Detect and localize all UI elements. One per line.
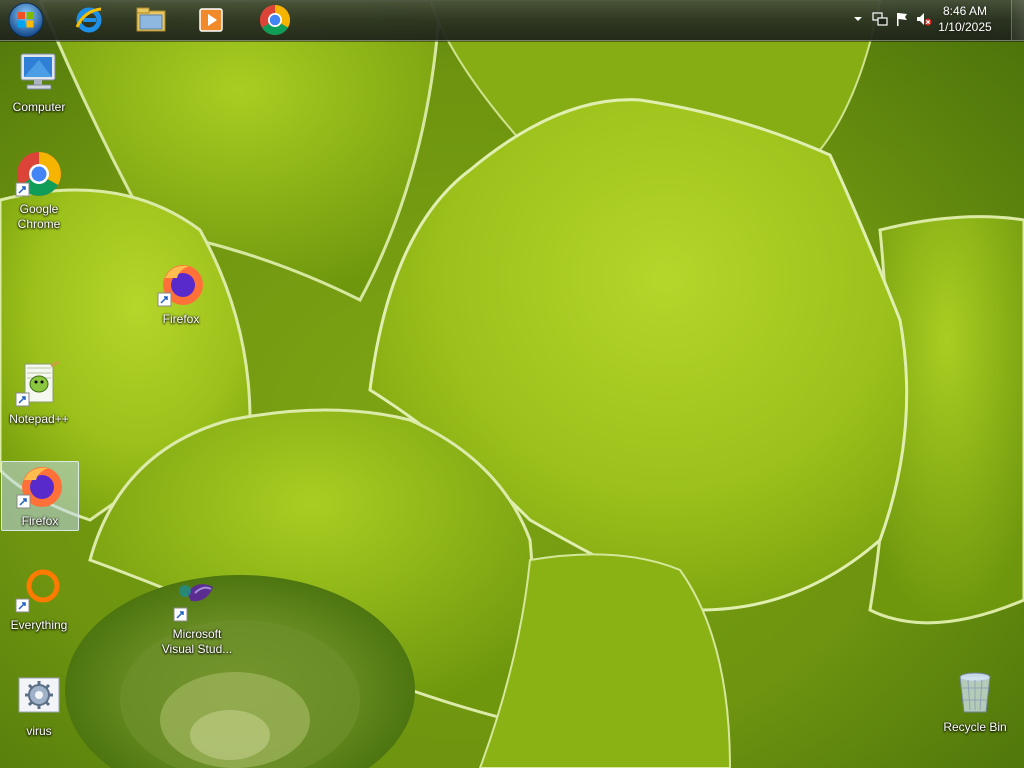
desktop-icon-recycle-bin[interactable]: Recycle Bin <box>937 668 1013 735</box>
desktop-icon-computer[interactable]: Computer <box>1 48 77 115</box>
network-icon[interactable] <box>872 11 888 27</box>
computer-icon <box>20 53 56 90</box>
firefox-icon <box>157 265 203 307</box>
desktop-icon-label: Microsoft Visual Stud... <box>161 627 233 656</box>
notepad-plus-plus-icon <box>15 360 60 407</box>
visual-studio-icon <box>173 584 213 622</box>
desktop-icon-label: Notepad++ <box>9 412 69 426</box>
desktop-icon-visual-studio[interactable]: Microsoft Visual Stud... <box>157 575 237 657</box>
desktop-icon-google-chrome[interactable]: Google Chrome <box>1 150 77 232</box>
recycle-bin-icon <box>959 672 991 713</box>
desktop-icon-label: Recycle Bin <box>943 720 1007 734</box>
desktop-icon-everything[interactable]: Everything <box>1 566 77 633</box>
everything-search-icon <box>15 569 60 613</box>
taskbar-internet-explorer[interactable] <box>66 2 112 38</box>
clock-date: 1/10/2025 <box>938 20 992 34</box>
desktop-icon-firefox-selected[interactable]: Firefox <box>1 461 79 531</box>
file-explorer-icon <box>136 7 166 32</box>
action-center-flag-icon[interactable] <box>894 11 910 27</box>
show-desktop-button[interactable] <box>1011 0 1024 40</box>
taskbar-media-player[interactable] <box>188 2 234 38</box>
taskbar-file-explorer[interactable] <box>128 2 174 38</box>
taskbar-google-chrome[interactable] <box>252 2 298 38</box>
network-icon-glyph <box>872 12 888 26</box>
google-chrome-icon <box>260 4 291 36</box>
settings-file-icon <box>18 677 60 713</box>
system-tray: 8:46 AM 1/10/2025 <box>824 0 1024 40</box>
desktop-icon-label: Computer <box>12 100 66 114</box>
system-clock[interactable]: 8:46 AM 1/10/2025 <box>930 3 1000 35</box>
google-chrome-icon <box>15 152 61 197</box>
clock-time: 8:46 AM <box>942 4 988 18</box>
desktop-icon-notepad-plus-plus[interactable]: Notepad++ <box>1 360 77 427</box>
desktop-icon-label: Firefox <box>162 312 200 326</box>
flag-icon <box>897 13 907 26</box>
show-hidden-icons[interactable] <box>850 11 866 27</box>
internet-explorer-icon <box>75 7 102 33</box>
desktop-icon-virus[interactable]: virus <box>1 672 77 739</box>
media-player-icon <box>199 8 223 32</box>
firefox-icon <box>16 467 62 509</box>
desktop-icon-label: Everything <box>10 618 68 632</box>
taskbar: 8:46 AM 1/10/2025 <box>0 0 1024 41</box>
desktop-icon-label: Google Chrome <box>17 202 61 231</box>
desktop-icon-label: virus <box>26 724 52 738</box>
desktop-icon-firefox[interactable]: Firefox <box>143 260 219 327</box>
start-button[interactable] <box>7 2 45 38</box>
desktop-icon-label: Firefox <box>21 514 59 528</box>
desktop-wallpaper <box>0 0 1024 768</box>
chevron-up-icon <box>854 17 862 21</box>
windows-orb-icon <box>8 2 44 38</box>
